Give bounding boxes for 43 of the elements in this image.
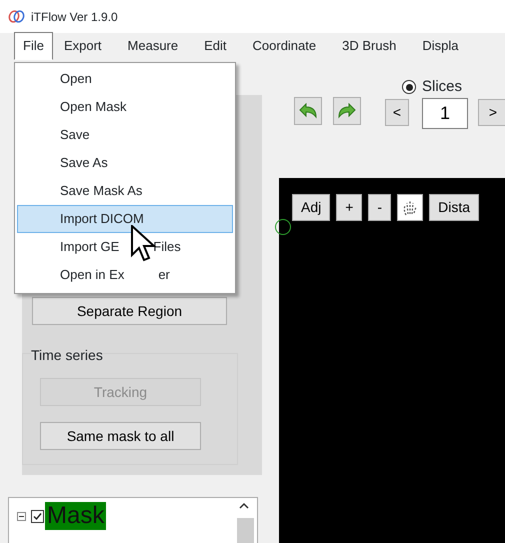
menu-option-text[interactable]: er [158,265,170,285]
tree-checkbox[interactable] [31,510,44,522]
menu-option[interactable]: Import DICOM [17,205,233,233]
menu-option[interactable]: Save As [17,149,233,177]
menu-option-text[interactable]: Open in Ex [60,265,124,285]
separate-region-button[interactable]: Separate Region [32,297,227,325]
menu-option-row[interactable]: Open in Ex er [17,261,233,289]
menu-item[interactable]: Export [54,32,111,60]
window-title: iTFlow Ver 1.9.0 [31,8,118,26]
app-logo-icon [8,10,25,23]
tree-item-label[interactable]: Mask [45,502,106,530]
canvas-tool-button[interactable]: Adj [292,194,330,221]
scrollbar-thumb[interactable] [237,518,254,543]
expander-icon[interactable] [17,512,26,520]
menu-item[interactable]: 3D Brush [333,32,406,60]
same-mask-button[interactable]: Same mask to all [40,422,201,450]
previous-slice-button[interactable]: < [385,99,409,126]
menu-option-row[interactable]: Import GE Files [17,233,233,261]
menu-option[interactable]: Open [17,65,233,93]
menu-option[interactable]: Save Mask As [17,177,233,205]
menu-item[interactable]: Edit [195,32,236,60]
next-slice-button[interactable]: > [478,99,505,126]
scrollbar-up-icon[interactable] [239,502,249,509]
undo-button[interactable] [294,97,322,125]
menu-option-text[interactable]: Files [153,237,181,257]
menu-option[interactable]: Open Mask [17,93,233,121]
menu-item[interactable]: Coordinate [244,32,326,60]
curved-arrow-icon [298,103,318,119]
marker-circle [275,219,291,235]
menu-item[interactable]: Displa [413,32,468,60]
canvas-tool-button[interactable]: + [336,194,362,221]
hand-icon[interactable] [397,194,424,221]
slices-radio[interactable] [402,80,416,94]
slices-label: Slices [422,77,462,97]
menu-option[interactable]: Save [17,121,233,149]
redo-button[interactable] [333,97,361,125]
menu-option-text[interactable]: Import GE [60,237,120,257]
canvas-tool-button[interactable]: Dista [429,194,479,221]
menu-item[interactable]: File [14,32,53,60]
curved-arrow-icon [337,103,357,119]
slice-field[interactable]: 1 [422,98,468,129]
menu-item[interactable]: Measure [118,32,188,60]
canvas-tool-button[interactable]: - [368,194,392,221]
